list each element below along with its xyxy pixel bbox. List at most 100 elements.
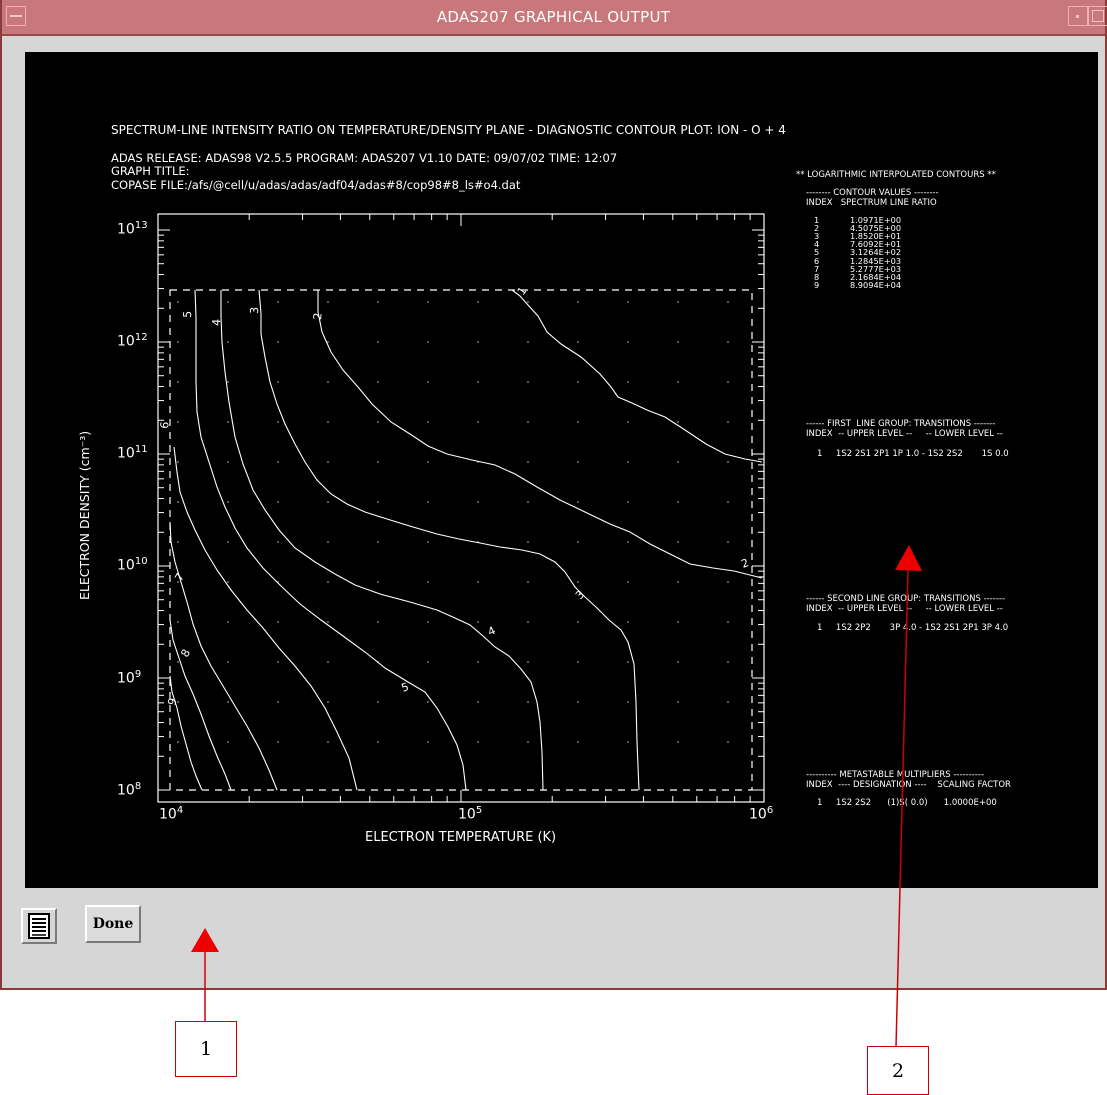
grid-dot <box>727 501 729 503</box>
metastable-columns: INDEX ---- DESIGNATION ---- SCALING FACT… <box>806 780 1011 790</box>
second-line-group-header: ------ SECOND LINE GROUP: TRANSITIONS --… <box>806 594 1006 604</box>
grid-dot <box>227 661 229 663</box>
grid-dot <box>377 381 379 383</box>
first-line-group-row: 1 1S2 2S1 2P1 1P 1.0 - 1S2 2S2 1S 0.0 <box>817 449 1009 459</box>
grid-dot <box>277 381 279 383</box>
grid-dot <box>327 461 329 463</box>
maximize-button[interactable] <box>1088 6 1107 26</box>
grid-dot <box>527 341 529 343</box>
grid-dot <box>627 461 629 463</box>
minimize-button[interactable] <box>1068 6 1088 26</box>
grid-dot <box>627 501 629 503</box>
window-title: ADAS207 GRAPHICAL OUTPUT <box>436 8 671 26</box>
grid-dot <box>677 341 679 343</box>
grid-dot <box>677 701 679 703</box>
grid-dot <box>277 541 279 543</box>
grid-dot <box>427 421 429 423</box>
contour-label: 1 <box>515 285 530 298</box>
grid-dot <box>177 341 179 343</box>
grid-dot <box>427 701 429 703</box>
x-tick-label: 106 <box>749 805 774 823</box>
grid-dot <box>577 301 579 303</box>
grid-dot <box>577 381 579 383</box>
grid-dot <box>727 381 729 383</box>
metastable-row: 1 1S2 2S2 (1)S( 0.0) 1.0000E+00 <box>817 798 997 808</box>
grid-dot <box>677 541 679 543</box>
contour-label: 9 <box>165 697 179 707</box>
grid-dot <box>277 341 279 343</box>
contour-index: 3 <box>814 231 820 242</box>
grid-dot <box>277 421 279 423</box>
list-icon <box>28 913 50 939</box>
contour-label: 4 <box>210 319 223 326</box>
grid-dot <box>627 741 629 743</box>
done-button[interactable]: Done <box>85 905 141 943</box>
grid-dot <box>577 341 579 343</box>
contour-line-1 <box>511 289 763 463</box>
grid-dot <box>377 741 379 743</box>
grid-dot <box>427 741 429 743</box>
graphical-output-window: ADAS207 GRAPHICAL OUTPUT SPECTRUM-LINE I… <box>0 0 1107 990</box>
grid-dot <box>627 621 629 623</box>
grid-dot <box>727 341 729 343</box>
grid-dot <box>277 701 279 703</box>
grid-dot <box>527 461 529 463</box>
contour-values-columns: INDEX SPECTRUM LINE RATIO <box>806 198 937 208</box>
title-bar[interactable]: ADAS207 GRAPHICAL OUTPUT <box>2 0 1107 36</box>
grid-dot <box>627 661 629 663</box>
grid-dot <box>577 741 579 743</box>
second-line-group-columns: INDEX -- UPPER LEVEL -- -- LOWER LEVEL -… <box>806 604 1003 614</box>
contour-index: 2 <box>814 223 820 234</box>
grid-dot <box>277 661 279 663</box>
grid-dot <box>327 421 329 423</box>
grid-dot <box>527 621 529 623</box>
grid-dot <box>377 541 379 543</box>
y-tick-label: 1012 <box>117 332 148 350</box>
contour-line-6 <box>173 446 358 791</box>
grid-dot <box>677 421 679 423</box>
grid-dot <box>177 301 179 303</box>
x-tick-label: 105 <box>458 805 483 823</box>
contour-label: 3 <box>248 307 261 314</box>
second-line-group-row: 1 1S2 2P2 3P 4.0 - 1S2 2S1 2P1 3P 4.0 <box>817 623 1009 633</box>
grid-dot <box>627 381 629 383</box>
grid-dot <box>527 501 529 503</box>
grid-dot <box>577 581 579 583</box>
grid-dot <box>527 661 529 663</box>
grid-dot <box>177 421 179 423</box>
grid-dot <box>677 661 679 663</box>
grid-dot <box>477 501 479 503</box>
grid-dot <box>527 581 529 583</box>
callout-2-box: 2 <box>867 1046 929 1095</box>
contour-line-9 <box>169 675 203 791</box>
grid-dot <box>427 461 429 463</box>
grid-dot <box>177 461 179 463</box>
grid-dot <box>377 701 379 703</box>
plot-canvas: SPECTRUM-LINE INTENSITY RATIO ON TEMPERA… <box>25 52 1098 888</box>
grid-dot <box>177 741 179 743</box>
grid-dot <box>377 341 379 343</box>
grid-dot <box>227 421 229 423</box>
contour-label: 7 <box>172 571 187 584</box>
y-tick-label: 1013 <box>117 220 148 238</box>
grid-dot <box>477 661 479 663</box>
grid-dot <box>277 461 279 463</box>
contour-label: 8 <box>178 647 193 660</box>
grid-dot <box>677 461 679 463</box>
contour-label: 5 <box>181 311 194 318</box>
metastable-header: ---------- METASTABLE MULTIPLIERS ------… <box>806 770 985 780</box>
grid-dot <box>327 381 329 383</box>
x-axis-label: ELECTRON TEMPERATURE (K) <box>365 830 557 845</box>
grid-dot <box>727 581 729 583</box>
grid-dot <box>527 701 529 703</box>
grid-dot <box>477 421 479 423</box>
grid-dot <box>227 461 229 463</box>
contour-label: 2 <box>740 556 751 571</box>
grid-dot <box>677 581 679 583</box>
grid-dot <box>727 661 729 663</box>
output-list-button[interactable] <box>21 908 57 944</box>
grid-dot <box>277 501 279 503</box>
contour-index: 1 <box>814 215 820 225</box>
grid-dot <box>627 421 629 423</box>
grid-dot <box>227 621 229 623</box>
